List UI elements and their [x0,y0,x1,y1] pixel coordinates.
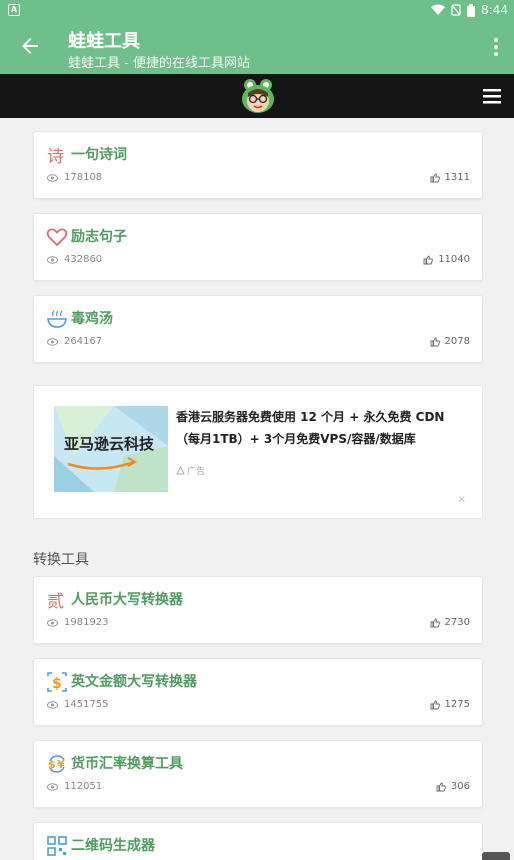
heart-icon [46,228,68,247]
thumbs-up-icon [436,782,446,791]
ad-close-icon[interactable]: × [458,494,466,505]
view-count: 112051 [47,781,102,792]
rmb-char-icon: 贰 [47,592,64,611]
tool-card[interactable]: 二维码生成器 [33,822,483,860]
ad-label: 广告 [176,464,205,477]
view-count: 1981923 [47,617,109,628]
eye-icon [47,782,58,791]
app-title: 蛙蛙工具 [68,31,140,52]
eye-icon [47,700,58,709]
thumbs-up-icon [423,255,434,264]
scroll-to-top-button[interactable] [482,852,510,860]
svg-text:$: $ [52,676,62,692]
section-title: 转换工具 [33,552,89,568]
back-arrow-icon[interactable] [18,34,42,58]
battery-icon [467,3,476,17]
status-time: 8:44 [481,3,508,17]
like-count[interactable]: 306 [436,781,470,792]
eye-icon [47,618,58,627]
thumbs-up-icon [430,700,440,709]
view-count: 1451755 [47,699,109,710]
dollar-icon: $ [47,672,67,692]
svg-text:$: $ [48,758,56,771]
view-count: 178108 [47,172,102,183]
card-title: 励志句子 [71,229,127,245]
tool-card[interactable]: 励志句子 432860 11040 [33,213,483,281]
status-bar: A 8:44 [0,0,514,20]
svg-text:诗: 诗 [47,147,64,166]
view-count: 432860 [47,254,102,265]
ad-card[interactable]: 亚马逊云科技 香港云服务器免费使用 12 个月 + 永久免费 CDN （每月1T… [33,385,483,519]
view-count-value: 1981923 [64,617,109,628]
tool-card[interactable]: 诗 一句诗词 178108 1311 [33,131,483,199]
soup-bowl-icon [47,310,67,328]
signal-off-icon [451,4,461,16]
tool-card[interactable]: $ ¥ 货币汇率换算工具 112051 306 [33,740,483,808]
card-title: 货币汇率换算工具 [71,756,183,772]
ad-text[interactable]: 香港云服务器免费使用 12 个月 + 永久免费 CDN （每月1TB）+ 3个月… [176,406,466,450]
like-count[interactable]: 2078 [430,336,470,347]
card-title: 一句诗词 [71,147,127,163]
view-count-value: 432860 [64,254,103,265]
tool-card[interactable]: 毒鸡汤 264167 2078 [33,295,483,363]
tool-card[interactable]: $ 英文金额大写转换器 1451755 1275 [33,658,483,726]
thumbs-up-icon [430,618,440,627]
card-title: 毒鸡汤 [71,311,113,327]
ad-triangle-icon [176,466,185,475]
like-count[interactable]: 2730 [430,617,470,628]
view-count-value: 178108 [64,172,103,183]
view-count-value: 112051 [64,781,103,792]
card-title: 英文金额大写转换器 [71,674,197,690]
like-count-value: 306 [450,781,470,792]
currency-exchange-icon: $ ¥ [48,755,65,773]
thumbs-up-icon [430,173,440,182]
qr-code-icon [47,836,67,856]
like-count-value: 2078 [444,336,470,347]
view-count: 264167 [47,336,102,347]
like-count[interactable]: 1275 [430,699,470,710]
more-vert-icon[interactable] [492,36,500,58]
view-count-value: 264167 [64,336,103,347]
site-header [0,74,514,118]
card-title: 二维码生成器 [71,838,155,854]
thumbs-up-icon [430,337,440,346]
ad-image[interactable]: 亚马逊云科技 [54,406,168,492]
wifi-icon [431,4,446,15]
poem-icon: 诗 [47,147,64,166]
frog-logo-icon[interactable] [240,77,276,115]
eye-icon [47,173,58,182]
eye-icon [47,337,58,346]
svg-text:¥: ¥ [57,758,65,771]
svg-text:贰: 贰 [47,592,64,611]
like-count-value: 2730 [444,617,470,628]
notification-a-icon: A [8,4,20,16]
like-count[interactable]: 1311 [430,172,470,183]
eye-icon [47,255,58,264]
tool-card[interactable]: 贰 人民币大写转换器 1981923 2730 [33,576,483,644]
main-content: 诗 一句诗词 178108 1311 励志句子 432860 11040 毒鸡汤… [0,118,514,860]
like-count-value: 1275 [444,699,470,710]
app-subtitle: 蛙蛙工具 - 便捷的在线工具网站 [68,56,250,71]
like-count-value: 11040 [438,254,470,265]
view-count-value: 1451755 [64,699,109,710]
card-title: 人民币大写转换器 [71,592,183,608]
app-bar: 蛙蛙工具 蛙蛙工具 - 便捷的在线工具网站 [0,20,514,74]
like-count-value: 1311 [444,172,470,183]
like-count[interactable]: 11040 [423,254,470,265]
ad-label-text: 广告 [187,467,206,477]
ad-image-text: 亚马逊云科技 [64,435,155,453]
hamburger-menu-icon[interactable] [482,86,502,106]
